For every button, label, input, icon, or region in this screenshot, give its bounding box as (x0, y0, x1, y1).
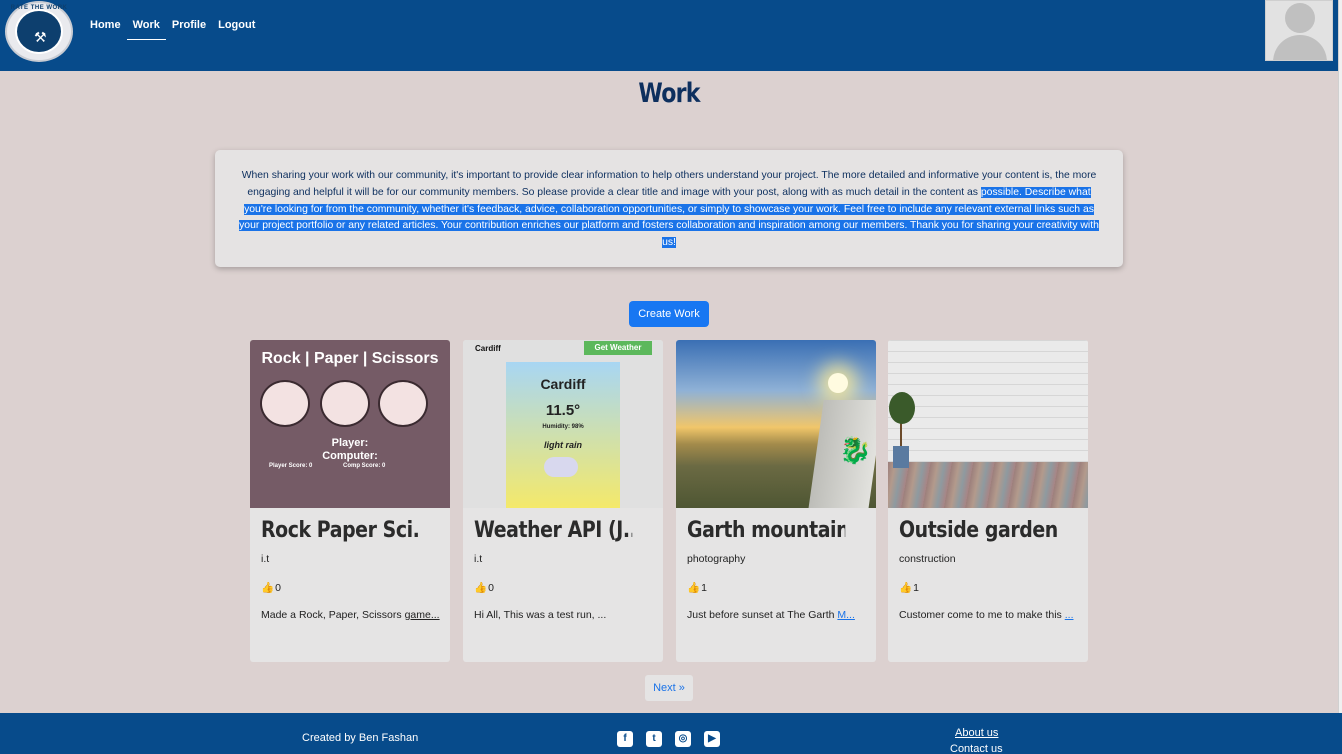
page-title: Work (638, 78, 700, 109)
card-image-garden[interactable] (888, 340, 1088, 508)
card-description-text: Just before sunset at The Garth (687, 609, 838, 621)
thumbs-up-icon[interactable]: 👍 (261, 581, 274, 594)
info-panel: When sharing your work with our communit… (215, 150, 1123, 267)
facebook-icon[interactable]: f (617, 731, 633, 747)
info-text: When sharing your work with our communit… (233, 168, 1105, 252)
card-likes[interactable]: 👍 0 (474, 581, 494, 595)
read-more-link[interactable]: M... (837, 609, 855, 621)
like-count: 1 (701, 581, 707, 594)
card-likes[interactable]: 👍 1 (687, 581, 707, 595)
avatar-body-shape (1273, 35, 1327, 60)
like-count: 1 (913, 581, 919, 594)
rain-cloud-icon (544, 457, 578, 477)
sun-shape (828, 373, 848, 393)
thumbs-up-icon[interactable]: 👍 (687, 581, 700, 594)
logo-emblem: ⚒ (15, 9, 63, 54)
card-category: i.t (474, 553, 483, 565)
weather-temp: 11.5° (545, 402, 581, 419)
top-navbar: RATE THE WORK ⚒ Home Work Profile Logout (0, 0, 1342, 71)
rps-computer-label: Computer: (322, 450, 378, 462)
like-count: 0 (275, 581, 281, 594)
twitter-icon[interactable]: t (646, 731, 662, 747)
weather-humidity: Humidity: 98% (542, 424, 584, 430)
card-description-text: Hi All, This was a test run, ... (474, 609, 607, 621)
info-text-plain: When sharing your work with our communit… (241, 170, 1097, 198)
rps-title: Rock | Paper | Scissors (261, 350, 439, 367)
work-card[interactable]: Rock | Paper | Scissors Player: Computer… (250, 340, 450, 662)
next-page-button[interactable]: Next » (645, 675, 693, 701)
card-category: photography (687, 553, 746, 565)
plant-icon (889, 392, 915, 424)
card-category: i.t (261, 553, 270, 565)
card-title[interactable]: Rock Paper Sci... (261, 518, 419, 543)
nav-work[interactable]: Work (126, 18, 166, 40)
card-description: Just before sunset at The Garth M... (687, 607, 869, 624)
welsh-dragon-icon: 🐉 (839, 435, 872, 465)
card-description: Customer come to me to make this ... (899, 607, 1081, 624)
brick-wall-shape (888, 340, 1088, 462)
nav-profile[interactable]: Profile (172, 18, 212, 40)
work-card[interactable]: Outside garden construction 👍 1 Customer … (888, 340, 1088, 662)
mountain-photo: 🐉 (676, 340, 876, 508)
work-card[interactable]: Cardiff Get Weather Cardiff 11.5° Humidi… (463, 340, 663, 662)
rps-comp-score: Comp Score: 0 (343, 463, 386, 469)
avatar-head-shape (1285, 3, 1315, 33)
card-image-rps[interactable]: Rock | Paper | Scissors Player: Computer… (250, 340, 450, 508)
instagram-icon[interactable]: ◎ (675, 731, 691, 747)
user-avatar[interactable] (1265, 0, 1333, 61)
nav-logout[interactable]: Logout (218, 18, 261, 40)
nav-home[interactable]: Home (90, 18, 127, 40)
tools-icon: ⚒ (34, 29, 47, 45)
weather-panel: Cardiff 11.5° Humidity: 98% light rain (506, 362, 620, 508)
thumbs-up-icon[interactable]: 👍 (899, 581, 912, 594)
rps-player-score: Player Score: 0 (269, 463, 313, 469)
read-more-link[interactable]: game... (405, 609, 440, 621)
card-image-garth[interactable]: 🐉 (676, 340, 876, 508)
get-weather-button: Get Weather (584, 341, 652, 355)
social-links: f t ◎ ▶ (617, 731, 720, 747)
rps-screenshot: Rock | Paper | Scissors Player: Computer… (250, 340, 450, 508)
weather-condition: light rain (544, 440, 582, 450)
youtube-icon[interactable]: ▶ (704, 731, 720, 747)
work-card[interactable]: 🐉 Garth mountain photography 👍 1 Just bef… (676, 340, 876, 662)
site-footer: Created by Ben Fashan f t ◎ ▶ About us C… (0, 713, 1342, 754)
site-logo[interactable]: RATE THE WORK ⚒ (5, 1, 73, 62)
card-title[interactable]: Garth mountain (687, 518, 845, 543)
rps-player-label: Player: (331, 437, 369, 449)
card-description-text: Made a Rock, Paper, Scissors (261, 609, 405, 621)
weather-city-input: Cardiff (475, 344, 501, 353)
about-us-link[interactable]: About us (955, 727, 998, 739)
paper-icon (320, 380, 370, 427)
read-more-link[interactable]: ... (1065, 609, 1074, 621)
plant-pot-shape (893, 446, 909, 468)
page-scrollbar[interactable] (1338, 0, 1342, 754)
card-image-weather[interactable]: Cardiff Get Weather Cardiff 11.5° Humidi… (463, 340, 663, 508)
card-category: construction (899, 553, 956, 565)
like-count: 0 (488, 581, 494, 594)
create-work-button[interactable]: Create Work (629, 301, 709, 327)
contact-us-link[interactable]: Contact us (950, 743, 1003, 754)
card-title[interactable]: Outside garden (899, 518, 1057, 543)
card-likes[interactable]: 👍 0 (261, 581, 281, 595)
card-title[interactable]: Weather API (J... (474, 518, 632, 543)
main-nav: Home Work Profile Logout (90, 18, 267, 40)
card-description: Hi All, This was a test run, ... (474, 607, 656, 624)
wood-floor-shape (888, 462, 1088, 508)
footer-credit: Created by Ben Fashan (302, 732, 419, 744)
card-description-text: Customer come to me to make this (899, 609, 1065, 621)
card-description: Made a Rock, Paper, Scissors game... (261, 607, 443, 624)
rock-icon (260, 380, 310, 427)
weather-city: Cardiff (540, 376, 586, 392)
card-likes[interactable]: 👍 1 (899, 581, 919, 595)
scissors-icon (378, 380, 428, 427)
garden-photo (888, 340, 1088, 508)
weather-screenshot: Cardiff Get Weather Cardiff 11.5° Humidi… (463, 340, 663, 508)
thumbs-up-icon[interactable]: 👍 (474, 581, 487, 594)
